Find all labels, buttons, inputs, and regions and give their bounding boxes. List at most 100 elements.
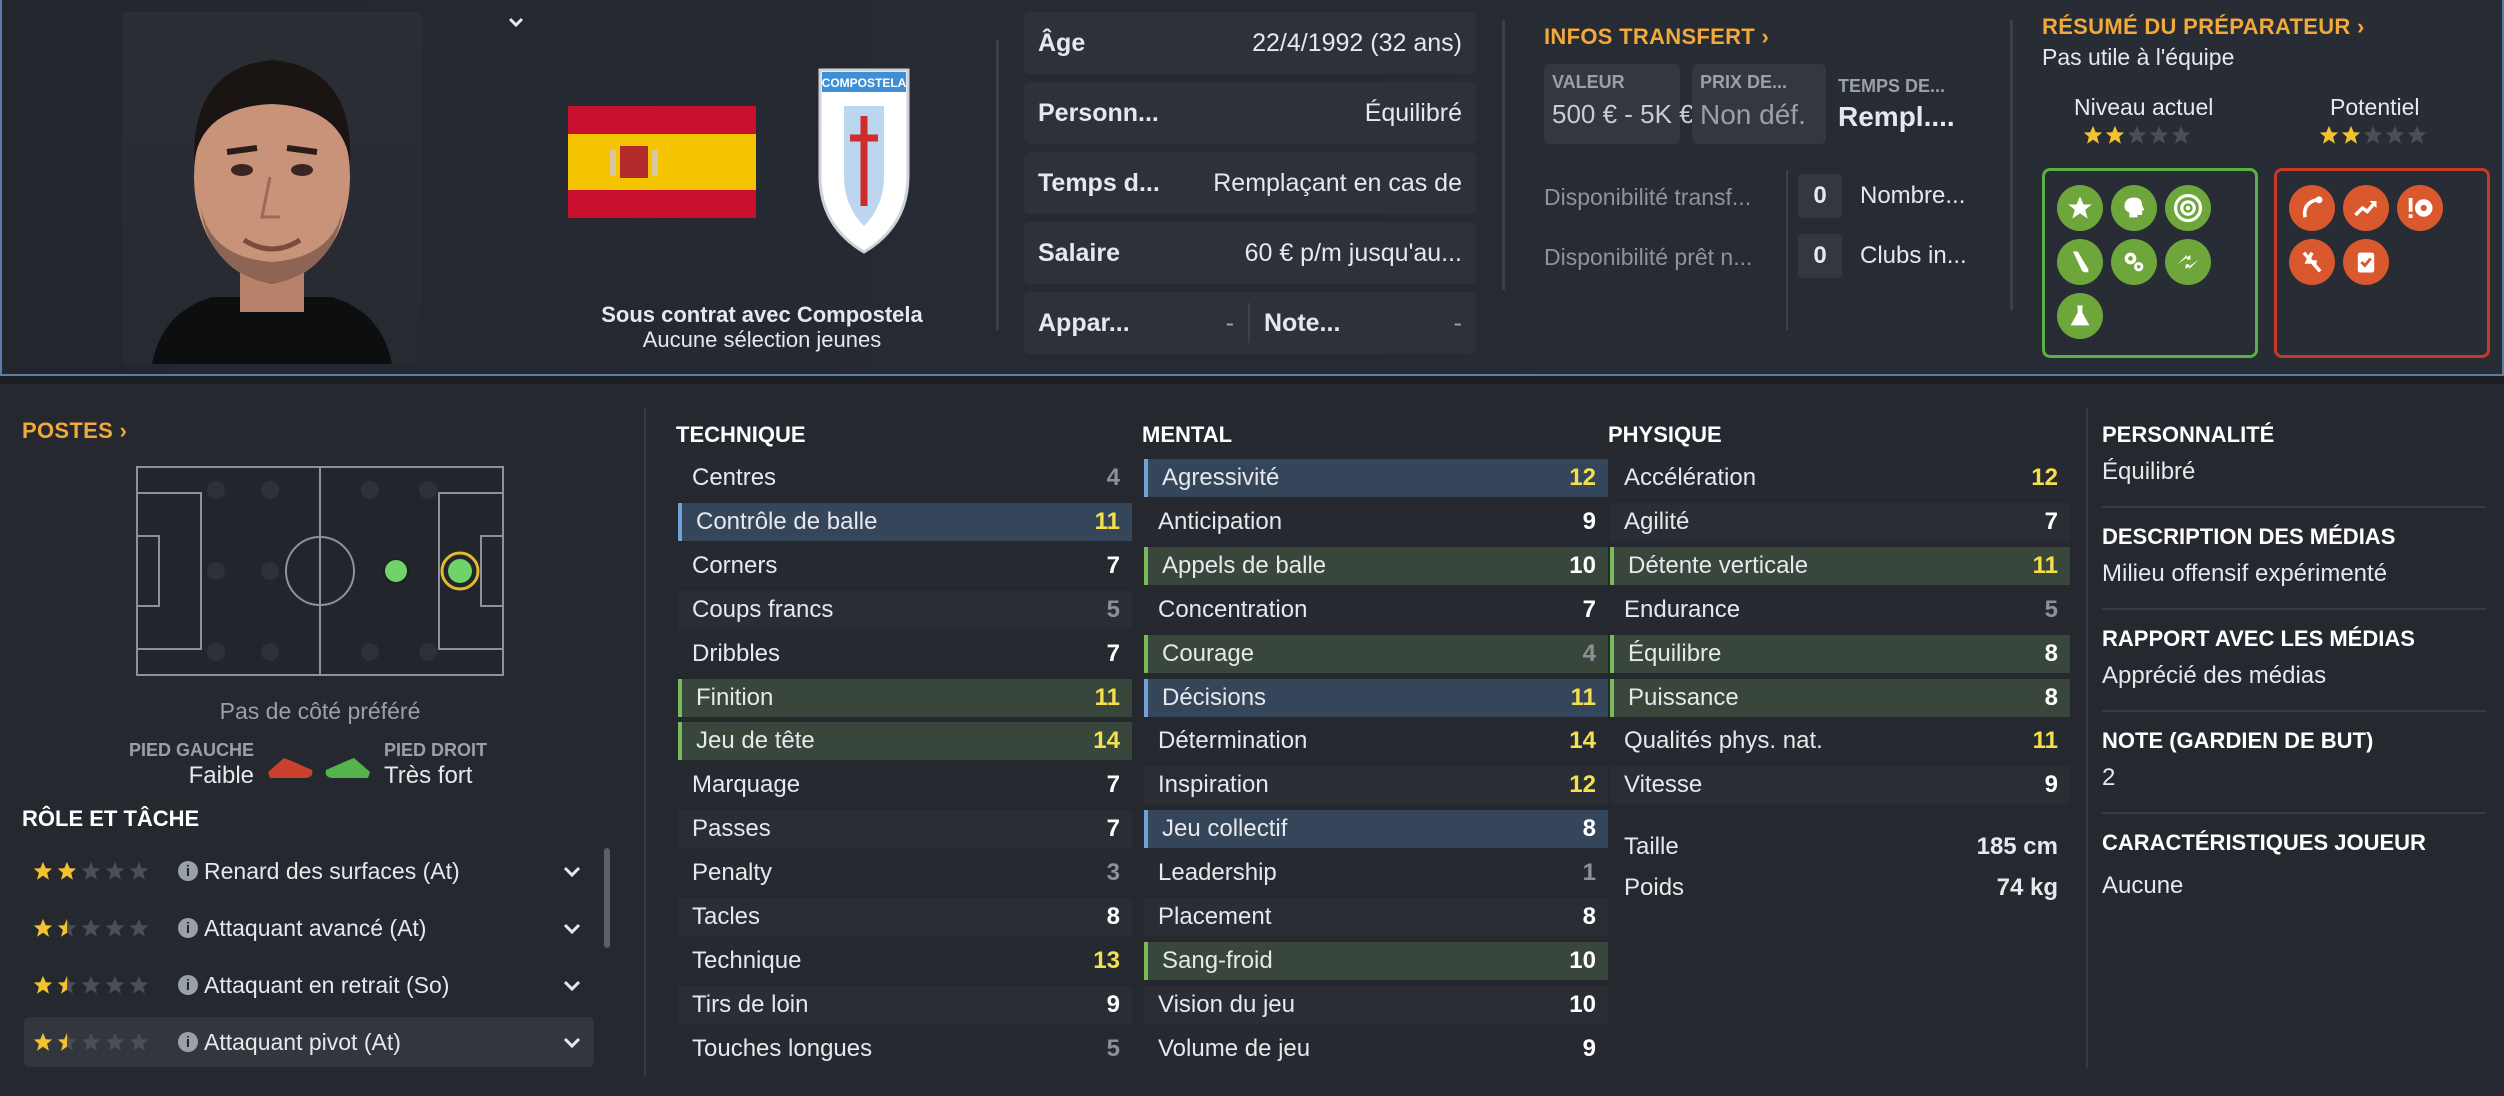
attribute-row[interactable]: Détermination 14: [1144, 722, 1608, 761]
attribute-row[interactable]: Agilité 7: [1610, 502, 2070, 541]
attribute-row[interactable]: Accélération 12: [1610, 459, 2070, 497]
attribute-row[interactable]: Dribbles 7: [678, 634, 1132, 673]
role-stars: [32, 917, 150, 939]
attribute-row[interactable]: Endurance 5: [1610, 590, 2070, 629]
attribute-row[interactable]: Passes 7: [678, 810, 1132, 849]
attribute-row[interactable]: Jeu de tête 14: [678, 722, 1132, 761]
attribute-value: 7: [1106, 771, 1120, 799]
salary-box[interactable]: Salaire 60 € p/m jusqu'au...: [1024, 222, 1476, 284]
star-icon: [105, 918, 125, 937]
player-photo: [122, 12, 422, 364]
attribute-row[interactable]: Agressivité 12: [1144, 459, 1608, 497]
playtime-box[interactable]: Temps d... Remplaçant en cas de: [1024, 152, 1476, 214]
attribute-value: 12: [2031, 464, 2058, 491]
weight-value: 74 kg: [1996, 874, 2058, 901]
attribute-value: 11: [2032, 551, 2058, 579]
right-foot-value: Très fort: [384, 762, 473, 789]
chevron-down-icon[interactable]: [562, 972, 582, 999]
personality-box[interactable]: Personn... Équilibré: [1024, 82, 1476, 144]
star-icon: [2149, 125, 2169, 144]
info-icon[interactable]: i: [178, 861, 198, 881]
info-icon[interactable]: i: [178, 918, 198, 938]
attribute-row[interactable]: Appels de balle 10: [1144, 546, 1608, 585]
star-icon: [2127, 125, 2147, 144]
attribute-row[interactable]: Vision du jeu 10: [1144, 985, 1608, 1024]
attribute-row[interactable]: Vitesse 9: [1610, 766, 2070, 805]
role-row[interactable]: i Renard des surfaces (At): [24, 846, 594, 896]
role-row[interactable]: i Attaquant en retrait (So): [24, 960, 594, 1010]
star-icon[interactable]: [2057, 185, 2103, 231]
positions-header: POSTES: [22, 418, 114, 443]
coach-summary-link[interactable]: RÉSUMÉ DU PRÉPARATEUR ›: [2042, 14, 2365, 40]
weaknesses-box: [2274, 168, 2490, 358]
curve-icon[interactable]: [2289, 185, 2335, 231]
attribute-value: 9: [1582, 1034, 1596, 1062]
role-scrollbar[interactable]: [604, 848, 610, 948]
attribute-value: 7: [2044, 507, 2058, 535]
attribute-row[interactable]: Contrôle de balle 11: [678, 502, 1132, 541]
role-row[interactable]: i Attaquant avancé (At): [24, 903, 594, 953]
attribute-value: 8: [1582, 815, 1596, 843]
boot-icon[interactable]: [2057, 239, 2103, 285]
role-row[interactable]: i Attaquant pivot (At): [24, 1017, 594, 1067]
star-icon: [129, 918, 149, 937]
spain-flag-icon: [568, 106, 756, 218]
attribute-row[interactable]: Finition 11: [678, 678, 1132, 717]
positions-link[interactable]: POSTES ›: [22, 418, 127, 444]
attribute-row[interactable]: Détente verticale 11: [1610, 546, 2070, 585]
attribute-row[interactable]: Leadership 1: [1144, 854, 1608, 893]
alert-ball-icon[interactable]: [2397, 185, 2443, 231]
clipboard-icon[interactable]: [2343, 239, 2389, 285]
flask-icon[interactable]: [2057, 293, 2103, 339]
attribute-row[interactable]: Volume de jeu 9: [1144, 1029, 1608, 1068]
transfer-info-link[interactable]: INFOS TRANSFERT ›: [1544, 24, 1769, 50]
tackle-icon[interactable]: [2289, 239, 2335, 285]
attribute-row[interactable]: Marquage 7: [678, 766, 1132, 805]
attribute-name: Dribbles: [692, 639, 781, 667]
divider: [1786, 170, 1788, 330]
attribute-row[interactable]: Centres 4: [678, 459, 1132, 497]
info-icon[interactable]: i: [178, 1032, 198, 1052]
attribute-row[interactable]: Concentration 7: [1144, 590, 1608, 629]
chevron-down-icon[interactable]: [506, 12, 526, 32]
attribute-row[interactable]: Corners 7: [678, 546, 1132, 585]
attribute-row[interactable]: Tacles 8: [678, 898, 1132, 936]
attribute-row[interactable]: Décisions 11: [1144, 678, 1608, 717]
attribute-name: Concentration: [1158, 595, 1308, 623]
chevron-down-icon[interactable]: [562, 858, 582, 885]
attribute-row[interactable]: Jeu collectif 8: [1144, 810, 1608, 849]
attribute-row[interactable]: Inspiration 12: [1144, 766, 1608, 805]
info-icon[interactable]: i: [178, 975, 198, 995]
arrows-icon[interactable]: [2165, 239, 2211, 285]
attribute-row[interactable]: Coups francs 5: [678, 590, 1132, 629]
attribute-value: 11: [1570, 683, 1596, 711]
attribute-name: Courage: [1162, 639, 1255, 667]
chevron-down-icon[interactable]: [562, 1029, 582, 1056]
attribute-row[interactable]: Anticipation 9: [1144, 502, 1608, 541]
attribute-row[interactable]: Équilibre 8: [1610, 634, 2070, 673]
youth-line: Aucune sélection jeunes: [642, 327, 882, 352]
star-icon: [33, 975, 53, 994]
attribute-value: 12: [1569, 771, 1596, 799]
time-box: TEMPS DE... Rempl....: [1838, 76, 1988, 133]
attribute-row[interactable]: Courage 4: [1144, 634, 1608, 673]
attribute-row[interactable]: Placement 8: [1144, 898, 1608, 936]
attribute-row[interactable]: Qualités phys. nat. 11: [1610, 722, 2070, 761]
attribute-row[interactable]: Technique 13: [678, 941, 1132, 980]
trend-up-icon[interactable]: [2343, 185, 2389, 231]
traits-heading: CARACTÉRISTIQUES JOUEUR: [2102, 830, 2426, 855]
attribute-row[interactable]: Tirs de loin 9: [678, 985, 1132, 1024]
gears-icon[interactable]: [2111, 239, 2157, 285]
attribute-row[interactable]: Touches longues 5: [678, 1029, 1132, 1068]
attribute-value: 11: [2032, 727, 2058, 755]
attribute-row[interactable]: Sang-froid 10: [1144, 941, 1608, 980]
attribute-value: 11: [1094, 507, 1120, 535]
apps-rating-box[interactable]: Appar... - Note... -: [1024, 292, 1476, 354]
attribute-name: Agressivité: [1162, 464, 1280, 491]
attribute-value: 10: [1569, 946, 1596, 974]
attribute-row[interactable]: Penalty 3: [678, 854, 1132, 893]
attribute-row[interactable]: Puissance 8: [1610, 678, 2070, 717]
chevron-down-icon[interactable]: [562, 915, 582, 942]
target-icon[interactable]: [2165, 185, 2211, 231]
head-icon[interactable]: [2111, 185, 2157, 231]
